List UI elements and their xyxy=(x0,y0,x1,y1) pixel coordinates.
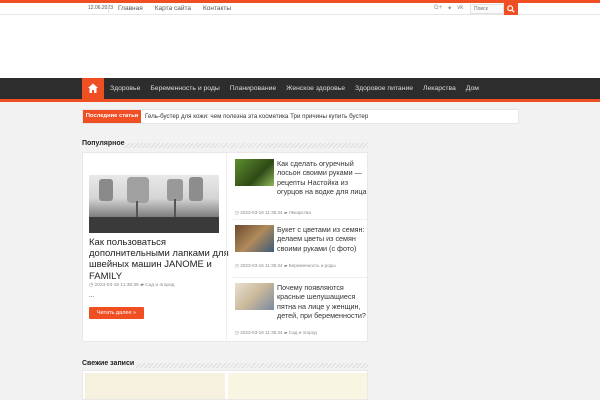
fresh-posts-strip xyxy=(82,370,368,400)
twitter-icon[interactable]: ✦ xyxy=(447,5,452,12)
popular-box: Как пользоваться дополнительными лапками… xyxy=(82,152,368,342)
main-menu: Здоровье Беременность и роды Планировани… xyxy=(110,78,489,99)
sewing-machine-image xyxy=(89,177,219,233)
heading-stripe xyxy=(136,363,368,368)
feature-category[interactable]: Сад и огород xyxy=(145,283,174,288)
divider xyxy=(233,277,367,278)
clock-icon: ◷ xyxy=(235,263,240,268)
menu-item-medicine[interactable]: Лекарства xyxy=(423,78,462,99)
article-date: 2023-03-16 11:35:34 xyxy=(240,330,283,335)
feature-meta: ◷ 2023-03-16 11:35:39 ▰ Сад и огород xyxy=(89,283,174,288)
home-icon xyxy=(88,83,98,93)
article-date: 2023-03-16 11:35:34 xyxy=(240,263,283,268)
main-nav: Здоровье Беременность и роды Планировани… xyxy=(0,78,600,102)
feature-date: 2023-03-16 11:35:39 xyxy=(94,283,139,288)
article-category[interactable]: Беременность и роды xyxy=(289,263,336,268)
menu-item-planning[interactable]: Планирование xyxy=(230,78,282,99)
clock-icon: ◷ xyxy=(235,210,240,215)
heading-stripe xyxy=(125,143,368,148)
top-nav-home[interactable]: Главная xyxy=(118,3,143,14)
menu-item-health[interactable]: Здоровье xyxy=(110,78,146,99)
top-nav-contacts[interactable]: Контакты xyxy=(203,3,231,14)
article-thumbnail[interactable] xyxy=(235,283,274,310)
list-item: Букет с цветами из семян: делаем цветы и… xyxy=(235,225,365,275)
top-bar: 12.06.2023 Главная Карта сайта Контакты … xyxy=(0,0,600,15)
list-item: Как сделать огуречный лосьон своими рука… xyxy=(235,159,367,221)
menu-item-healthy-food[interactable]: Здоровое питание xyxy=(355,78,419,99)
news-ticker: Последние статьи Гель-бустер для кожи: ч… xyxy=(82,109,519,124)
menu-item-pregnancy[interactable]: Беременность и роды xyxy=(150,78,225,99)
feature-excerpt: ... xyxy=(89,293,95,299)
current-date: 12.06.2023 xyxy=(88,5,114,11)
article-meta: ◷ 2023-03-16 11:35:34 ▰ Беременность и р… xyxy=(235,263,336,269)
article-category[interactable]: Сад и огород xyxy=(289,330,317,335)
fresh-heading: Свежие записи xyxy=(82,360,135,367)
menu-item-home[interactable]: Дом xyxy=(466,78,485,99)
article-meta: ◷ 2023-03-16 11:35:34 ▰ Сад и огород xyxy=(235,330,317,336)
feature-image[interactable] xyxy=(89,175,219,233)
top-nav-sitemap[interactable]: Карта сайта xyxy=(155,3,191,14)
social-links: G+ ✦ vk xyxy=(434,5,463,12)
top-nav: Главная Карта сайта Контакты xyxy=(118,3,231,14)
google-plus-icon[interactable]: G+ xyxy=(434,5,442,12)
article-title[interactable]: Как сделать огуречный лосьон своими рука… xyxy=(277,159,367,196)
list-item: Почему появляются красные шелушащиеся пя… xyxy=(235,283,367,339)
article-title[interactable]: Почему появляются красные шелушащиеся пя… xyxy=(277,283,367,320)
folder-icon: ▰ xyxy=(283,330,288,335)
home-button[interactable] xyxy=(82,78,104,99)
article-title[interactable]: Букет с цветами из семян: делаем цветы и… xyxy=(277,225,367,253)
post-thumbnail[interactable] xyxy=(85,373,225,399)
read-more-button[interactable]: Читать далее » xyxy=(89,307,144,319)
search-input[interactable] xyxy=(470,4,504,14)
ticker-label: Последние статьи xyxy=(83,110,141,123)
popular-heading: Популярное xyxy=(82,140,125,147)
post-thumbnail[interactable] xyxy=(228,373,367,399)
column-divider xyxy=(226,153,227,341)
search-button[interactable] xyxy=(504,3,518,15)
folder-icon: ▰ xyxy=(140,283,144,288)
divider xyxy=(233,219,367,220)
vk-icon[interactable]: vk xyxy=(457,5,463,12)
article-thumbnail[interactable] xyxy=(235,159,274,186)
article-date: 2023-03-16 11:35:34 xyxy=(240,210,283,215)
folder-icon: ▰ xyxy=(283,263,288,268)
clock-icon: ◷ xyxy=(235,330,240,335)
divider xyxy=(108,4,109,13)
article-meta: ◷ 2023-03-16 11:35:34 ▰ Лекарства xyxy=(235,210,311,216)
ticker-text[interactable]: Гель-бустер для кожи: чем полезна эта ко… xyxy=(145,110,368,123)
article-category[interactable]: Лекарства xyxy=(289,210,311,215)
search-icon xyxy=(507,5,515,13)
article-thumbnail[interactable] xyxy=(235,225,274,252)
folder-icon: ▰ xyxy=(283,210,288,215)
site-header xyxy=(0,15,600,78)
clock-icon: ◷ xyxy=(89,283,94,288)
feature-title[interactable]: Как пользоваться дополнительными лапками… xyxy=(89,237,229,282)
menu-item-womens-health[interactable]: Женское здоровье xyxy=(286,78,351,99)
